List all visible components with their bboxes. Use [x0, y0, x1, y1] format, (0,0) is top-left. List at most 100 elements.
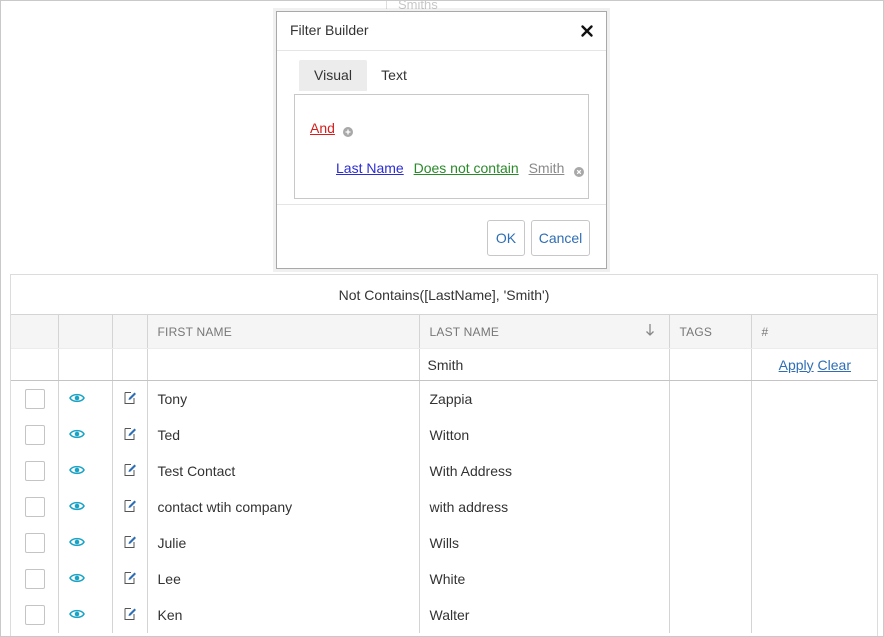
- tags-filter-input[interactable]: [668, 348, 751, 381]
- first-name-cell: Lee: [146, 561, 419, 597]
- tags-cell: [668, 453, 751, 489]
- header-first-name[interactable]: FIRST NAME: [146, 315, 419, 349]
- edit-cell: [111, 561, 147, 597]
- table-row[interactable]: Ken Walter: [11, 597, 877, 633]
- number-cell: [750, 597, 877, 633]
- edit-icon[interactable]: [123, 499, 137, 513]
- condition-value-link[interactable]: Smith: [529, 160, 565, 176]
- edit-cell: [111, 380, 147, 417]
- select-cell: [11, 525, 58, 561]
- number-cell: [750, 525, 877, 561]
- table-row[interactable]: Test Contact With Address: [11, 453, 877, 489]
- filter-row: Smith Apply Clear: [11, 348, 877, 381]
- row-checkbox[interactable]: [25, 425, 45, 445]
- view-cell: [57, 489, 112, 525]
- row-checkbox[interactable]: [25, 389, 45, 409]
- last-name-cell: with address: [418, 489, 669, 525]
- view-cell: [57, 417, 112, 453]
- app-frame: Smiths Not Contains([LastName], 'Smith')…: [0, 0, 884, 637]
- number-cell: [750, 561, 877, 597]
- edit-icon[interactable]: [123, 463, 137, 477]
- first-name-filter-input[interactable]: [146, 348, 419, 381]
- last-name-cell: White: [418, 561, 669, 597]
- select-cell: [11, 561, 58, 597]
- last-name-cell: Walter: [418, 597, 669, 633]
- row-checkbox[interactable]: [25, 497, 45, 517]
- header-row: FIRST NAME LAST NAME TAGS #: [11, 315, 877, 349]
- edit-icon[interactable]: [123, 391, 137, 405]
- row-checkbox[interactable]: [25, 605, 45, 625]
- header-edit: [111, 315, 147, 349]
- number-cell: [750, 489, 877, 525]
- filter-condition: Last Name Does not contain Smith: [336, 160, 585, 178]
- select-cell: [11, 597, 58, 633]
- eye-icon[interactable]: [68, 499, 85, 511]
- eye-icon[interactable]: [68, 427, 85, 439]
- apply-filter-link[interactable]: Apply: [779, 357, 814, 373]
- header-number[interactable]: #: [750, 315, 877, 349]
- header-last-name[interactable]: LAST NAME: [418, 315, 669, 349]
- group-operator-link[interactable]: And: [310, 120, 335, 136]
- edit-cell: [111, 453, 147, 489]
- first-name-cell: Tony: [146, 380, 419, 417]
- header-tags[interactable]: TAGS: [668, 315, 751, 349]
- first-name-cell: Test Contact: [146, 453, 419, 489]
- background-divider: [386, 1, 387, 9]
- edit-icon[interactable]: [123, 535, 137, 549]
- condition-operator-link[interactable]: Does not contain: [414, 160, 519, 176]
- first-name-cell: contact wtih company: [146, 489, 419, 525]
- number-cell: [750, 417, 877, 453]
- edit-icon[interactable]: [123, 607, 137, 621]
- filter-cell: [11, 348, 58, 381]
- view-cell: [57, 525, 112, 561]
- table-row[interactable]: Ted Witton: [11, 417, 877, 453]
- dialog-title: Filter Builder: [290, 22, 369, 38]
- last-name-cell: Zappia: [418, 380, 669, 417]
- tags-cell: [668, 561, 751, 597]
- number-cell: [750, 453, 877, 489]
- filter-actions: Apply Clear: [750, 348, 877, 381]
- select-cell: [11, 489, 58, 525]
- row-checkbox[interactable]: [25, 569, 45, 589]
- close-icon[interactable]: [578, 22, 596, 40]
- table-row[interactable]: Julie Wills: [11, 525, 877, 561]
- eye-icon[interactable]: [68, 571, 85, 583]
- eye-icon[interactable]: [68, 607, 85, 619]
- edit-cell: [111, 489, 147, 525]
- tags-cell: [668, 489, 751, 525]
- ok-button[interactable]: OK: [487, 220, 525, 256]
- add-condition-icon[interactable]: [343, 124, 353, 137]
- eye-icon[interactable]: [68, 463, 85, 475]
- filter-builder-area: And Last Name Does not contain Smith: [294, 94, 589, 199]
- table-row[interactable]: Tony Zappia: [11, 380, 877, 417]
- select-cell: [11, 417, 58, 453]
- first-name-cell: Julie: [146, 525, 419, 561]
- number-cell: [750, 380, 877, 417]
- tags-cell: [668, 525, 751, 561]
- last-name-filter-input[interactable]: Smith: [418, 348, 669, 381]
- filter-expression-bar[interactable]: Not Contains([LastName], 'Smith'): [11, 275, 877, 315]
- edit-icon[interactable]: [123, 427, 137, 441]
- cancel-button[interactable]: Cancel: [531, 220, 590, 256]
- header-view: [57, 315, 112, 349]
- contacts-table: FIRST NAME LAST NAME TAGS # Smith Apply …: [11, 315, 877, 633]
- select-cell: [11, 453, 58, 489]
- remove-condition-icon[interactable]: [574, 164, 585, 178]
- clear-filter-link[interactable]: Clear: [818, 357, 851, 373]
- filter-cell: [111, 348, 147, 381]
- last-name-cell: With Address: [418, 453, 669, 489]
- edit-icon[interactable]: [123, 571, 137, 585]
- tags-cell: [668, 380, 751, 417]
- first-name-cell: Ken: [146, 597, 419, 633]
- table-row[interactable]: contact wtih company with address: [11, 489, 877, 525]
- contacts-grid: Not Contains([LastName], 'Smith') FIRST …: [10, 274, 878, 636]
- eye-icon[interactable]: [68, 391, 85, 403]
- sort-descending-icon[interactable]: [645, 323, 655, 340]
- table-row[interactable]: Lee White: [11, 561, 877, 597]
- tab-visual[interactable]: Visual: [299, 60, 367, 91]
- tab-text[interactable]: Text: [371, 60, 417, 91]
- condition-field-link[interactable]: Last Name: [336, 160, 404, 176]
- eye-icon[interactable]: [68, 535, 85, 547]
- row-checkbox[interactable]: [25, 461, 45, 481]
- row-checkbox[interactable]: [25, 533, 45, 553]
